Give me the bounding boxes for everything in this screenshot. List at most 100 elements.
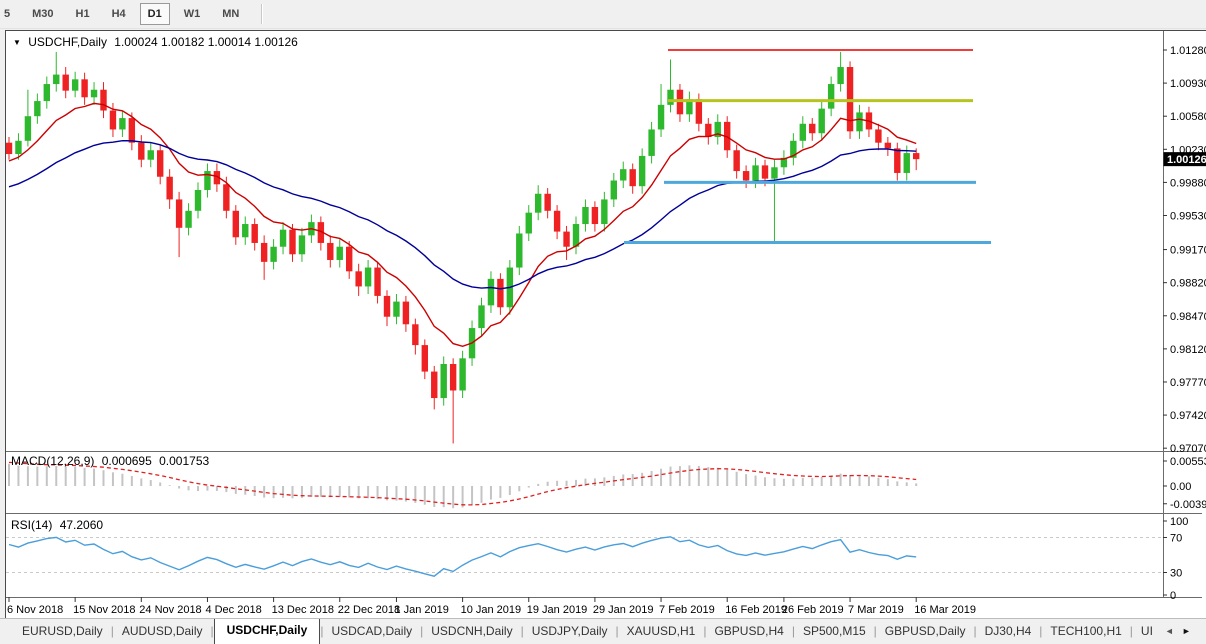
price-tick-label: 1.00930	[1170, 78, 1206, 90]
candle-body	[44, 84, 50, 101]
candle-body	[403, 302, 409, 325]
candle-body	[261, 243, 267, 262]
toolbar-separator	[261, 4, 262, 24]
candle-body	[119, 118, 125, 129]
candle-body	[91, 90, 97, 98]
rsi-scale-label: 100	[1170, 516, 1188, 528]
candle-body	[819, 109, 825, 134]
candle-body	[743, 171, 749, 180]
candle-body	[157, 150, 163, 176]
price-tick-label: 0.99530	[1170, 211, 1206, 223]
candle-body	[270, 247, 276, 262]
timeframe-button-w1[interactable]: W1	[176, 3, 209, 25]
candle-body	[441, 364, 447, 398]
symbol-tab-eurusd-daily[interactable]: EURUSD,Daily	[14, 620, 111, 644]
candle-body	[611, 181, 617, 200]
date-label: 6 Nov 2018	[7, 604, 63, 616]
symbol-tab-xauusd-h1[interactable]: XAUUSD,H1	[619, 620, 704, 644]
candle-body	[601, 199, 607, 224]
symbol-tab-usdcnh-daily[interactable]: USDCNH,Daily	[423, 620, 520, 644]
date-label: 1 Jan 2019	[394, 604, 448, 616]
candle-body	[752, 165, 758, 180]
candle-body	[913, 153, 919, 159]
candle-body	[837, 67, 843, 84]
candle-body	[478, 305, 484, 328]
candle-body	[809, 124, 815, 133]
date-label: 13 Dec 2018	[272, 604, 334, 616]
rsi-scale-label: 30	[1170, 568, 1182, 580]
price-tick-label: 0.99880	[1170, 177, 1206, 189]
candle-body	[431, 372, 437, 398]
candle-body	[223, 184, 229, 210]
date-label: 19 Jan 2019	[527, 604, 588, 616]
candle-body	[195, 190, 201, 211]
ma-slow-line	[9, 141, 916, 289]
symbol-dropdown-icon[interactable]: ▼	[13, 38, 21, 47]
symbol-tab-tech100-h1[interactable]: TECH100,H1	[1042, 620, 1129, 644]
symbol-tab-audusd-daily[interactable]: AUDUSD,Daily	[114, 620, 211, 644]
tab-scroll-left-icon[interactable]: ◄	[1161, 626, 1178, 644]
candle-body	[497, 279, 503, 307]
date-label: 16 Mar 2019	[914, 604, 976, 616]
candle-body	[800, 124, 806, 141]
candle-body	[875, 129, 881, 142]
candle-body	[762, 165, 768, 178]
symbol-tab-gbpusd-daily[interactable]: GBPUSD,Daily	[877, 620, 974, 644]
price-chart-canvas[interactable]: 1.012801.009301.005801.002300.998800.995…	[6, 31, 1206, 619]
macd-main-value: 0.000695	[102, 454, 152, 468]
macd-scale-label: 0.00	[1170, 481, 1191, 493]
candle-body	[488, 279, 494, 305]
chart-symbol-label: USDCHF,Daily	[28, 35, 107, 49]
price-tick-label: 0.98820	[1170, 278, 1206, 290]
chart-title: ▼ USDCHF,Daily 1.00024 1.00182 1.00014 1…	[13, 35, 302, 49]
price-tick-label: 0.97770	[1170, 377, 1206, 389]
candle-body	[15, 141, 21, 154]
symbol-tab-sp500-m15[interactable]: SP500,M15	[795, 620, 874, 644]
candle-body	[242, 224, 248, 237]
timeframe-button-d1[interactable]: D1	[140, 3, 170, 25]
candle-body	[658, 105, 664, 130]
candle-body	[639, 156, 645, 186]
timeframe-button-h4[interactable]: H4	[104, 3, 134, 25]
candle-body	[129, 118, 135, 143]
candle-body	[289, 230, 295, 255]
symbol-tab-usdcad-daily[interactable]: USDCAD,Daily	[323, 620, 420, 644]
timeframe-button-h1[interactable]: H1	[68, 3, 98, 25]
symbol-tab-bar: EURUSD,Daily|AUDUSD,Daily|USDCHF,Daily|U…	[0, 618, 1206, 644]
candle-body	[516, 233, 522, 267]
symbol-tab-ui[interactable]: UI	[1133, 620, 1161, 644]
price-tick-label: 0.97070	[1170, 443, 1206, 455]
candle-body	[6, 143, 12, 154]
symbol-tab-usdchf-daily[interactable]: USDCHF,Daily	[214, 618, 321, 644]
current-price-value: 1.00126	[1167, 154, 1206, 166]
candle-body	[696, 99, 702, 124]
rsi-scale-label: 70	[1170, 533, 1182, 545]
candle-body	[166, 177, 172, 200]
candle-body	[459, 358, 465, 390]
symbol-tab-usdjpy-daily[interactable]: USDJPY,Daily	[524, 620, 616, 644]
chart-window[interactable]: 1.012801.009301.005801.002300.998800.995…	[5, 30, 1206, 618]
timeframe-toolbar: 5 M30 H1 H4 D1 W1MN	[0, 0, 1206, 29]
candle-body	[856, 112, 862, 131]
candle-body	[828, 84, 834, 109]
candle-body	[34, 101, 40, 116]
timeframe-button-mn[interactable]: MN	[214, 3, 247, 25]
candle-body	[412, 324, 418, 345]
price-axis[interactable]: 1.012801.009301.005801.002300.998800.995…	[1163, 45, 1206, 602]
timeframe-button-m30[interactable]: M30	[24, 3, 61, 25]
candle-body	[544, 194, 550, 211]
date-label: 24 Nov 2018	[139, 604, 201, 616]
tab-scroll-right-icon[interactable]: ►	[1178, 626, 1195, 644]
candle-body	[894, 148, 900, 173]
rsi-scale-label: 0	[1170, 590, 1176, 602]
ma-fast-line	[9, 103, 916, 346]
timeframe-button-5[interactable]: 5	[0, 3, 18, 25]
candle-body	[374, 268, 380, 296]
price-tick-label: 1.00580	[1170, 111, 1206, 123]
symbol-tab-gbpusd-h4[interactable]: GBPUSD,H4	[706, 620, 791, 644]
rsi-pane-label: RSI(14) 47.2060	[11, 518, 107, 532]
candle-body	[705, 124, 711, 137]
symbol-tab-dj30-h4[interactable]: DJ30,H4	[977, 620, 1040, 644]
candle-body	[81, 79, 87, 97]
candlestick-series	[6, 52, 919, 444]
